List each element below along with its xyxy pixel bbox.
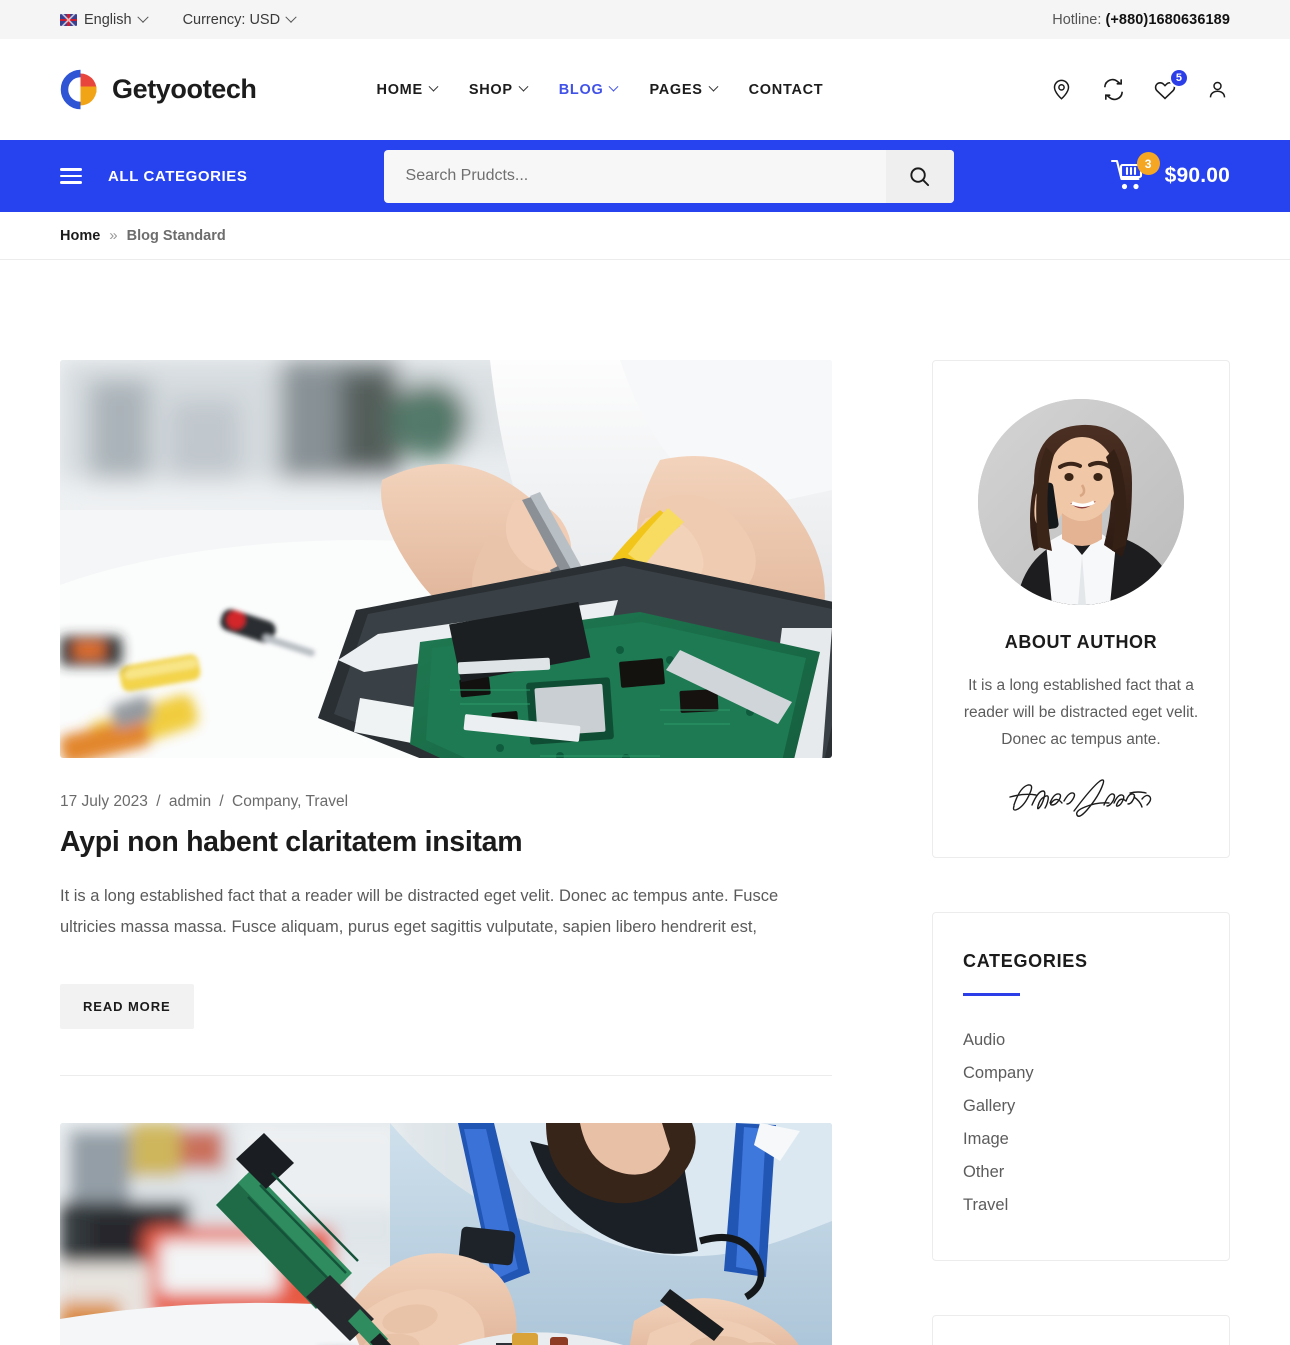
post-excerpt: It is a long established fact that a rea…: [60, 887, 779, 936]
categories-list: Audio Company Gallery Image Other Travel: [963, 1024, 1199, 1222]
search-input[interactable]: [383, 149, 886, 203]
chevron-down-icon: [708, 81, 719, 92]
post-author[interactable]: admin: [169, 793, 211, 810]
post-title[interactable]: Aypi non habent claritatem insitam: [60, 826, 832, 859]
category-item-company[interactable]: Company: [963, 1057, 1199, 1090]
search-bar: [383, 149, 954, 203]
chevron-down-icon: [428, 81, 439, 92]
main-navigation: HOME SHOP BLOG PAGES CONTACT: [377, 82, 824, 98]
category-item-other[interactable]: Other: [963, 1156, 1199, 1189]
categories-widget: CATEGORIES Audio Company Gallery Image O…: [932, 912, 1230, 1261]
location-pin-icon[interactable]: [1048, 77, 1074, 103]
meta-separator: /: [156, 793, 161, 810]
chevron-down-icon: [285, 11, 297, 23]
post-divider: [60, 1075, 832, 1076]
author-photo: [978, 399, 1184, 605]
signature-icon: [1009, 779, 1152, 817]
title-underline: [963, 993, 1020, 996]
blog-sidebar: ABOUT AUTHOR It is a long established fa…: [932, 260, 1230, 1345]
currency-label: Currency: USD: [182, 11, 281, 28]
chevron-down-icon: [608, 81, 619, 92]
cart-total-amount: $90.00: [1164, 164, 1230, 187]
language-label: English: [84, 11, 132, 28]
breadcrumb: Home » Blog Standard: [0, 212, 1290, 260]
uk-flag-icon: [60, 13, 77, 26]
category-item-gallery[interactable]: Gallery: [963, 1090, 1199, 1123]
wishlist-heart-icon[interactable]: 5: [1152, 67, 1189, 103]
laptop-repair-photo: [60, 360, 832, 758]
post-meta: 17 July 2023 / admin / Company, Travel: [60, 793, 832, 811]
author-avatar: [978, 399, 1184, 605]
category-item-image[interactable]: Image: [963, 1123, 1199, 1156]
soldering-photo: [60, 1123, 832, 1345]
currency-selector[interactable]: Currency: USD: [182, 11, 297, 28]
blog-post-list: 17 July 2023 / admin / Company, Travel A…: [60, 260, 832, 1345]
hotline-label: Hotline:: [1052, 11, 1102, 28]
nav-label: HOME: [376, 81, 423, 98]
breadcrumb-current-page: Blog Standard: [126, 227, 226, 244]
chevron-down-icon: [136, 11, 149, 23]
recent-posts-widget: RECENT POSTS: [932, 1315, 1230, 1345]
shopping-cart-icon: 3: [1110, 152, 1160, 194]
search-submit-button[interactable]: [885, 149, 954, 203]
all-categories-button[interactable]: ALL CATEGORIES: [60, 168, 248, 185]
nav-item-shop[interactable]: SHOP: [468, 81, 529, 98]
page-body: 17 July 2023 / admin / Company, Travel A…: [0, 260, 1290, 1345]
about-author-text: It is a long established fact that a rea…: [963, 677, 1199, 748]
blog-post-2: [60, 1123, 832, 1345]
chevron-down-icon: [518, 81, 529, 92]
nav-item-blog[interactable]: BLOG: [558, 81, 619, 98]
post-featured-image[interactable]: [60, 1123, 832, 1345]
post-date: 17 July 2023: [60, 793, 148, 810]
meta-separator: /: [219, 793, 224, 810]
about-author-title: ABOUT AUTHOR: [1004, 632, 1158, 652]
compare-icon[interactable]: [1100, 77, 1126, 103]
user-account-icon[interactable]: [1204, 77, 1230, 103]
author-signature: [963, 775, 1199, 819]
breadcrumb-home-link[interactable]: Home: [60, 228, 100, 244]
topbar-left-group: English Currency: USD: [60, 11, 297, 28]
category-item-audio[interactable]: Audio: [963, 1024, 1199, 1057]
read-more-button[interactable]: READ MORE: [60, 984, 194, 1029]
header-icon-group: 5: [1048, 67, 1230, 103]
nav-item-contact[interactable]: CONTACT: [749, 82, 824, 98]
categories-title: CATEGORIES: [963, 951, 1088, 971]
getyootech-logo-icon: [60, 69, 101, 110]
wishlist-count-badge: 5: [1168, 67, 1189, 88]
language-selector[interactable]: English: [60, 11, 149, 28]
all-categories-label: ALL CATEGORIES: [108, 167, 248, 185]
post-featured-image[interactable]: [60, 360, 832, 758]
about-author-widget: ABOUT AUTHOR It is a long established fa…: [932, 360, 1230, 858]
hamburger-menu-icon: [60, 168, 82, 184]
nav-item-home[interactable]: HOME: [376, 81, 439, 98]
nav-item-pages[interactable]: PAGES: [649, 81, 719, 98]
cart-count-badge: 3: [1136, 152, 1160, 175]
breadcrumb-separator-icon: »: [109, 227, 118, 244]
site-logo[interactable]: Getyootech: [60, 69, 257, 110]
cart-button[interactable]: 3 $90.00: [1110, 152, 1230, 194]
top-utility-bar: English Currency: USD Hotline: (+880)168…: [0, 0, 1290, 39]
brand-name: Getyootech: [112, 74, 257, 104]
post-categories[interactable]: Company, Travel: [232, 793, 348, 810]
category-item-travel[interactable]: Travel: [963, 1189, 1199, 1222]
nav-label: SHOP: [468, 81, 513, 98]
site-header: Getyootech HOME SHOP BLOG PAGES CONTACT: [0, 39, 1290, 140]
nav-label: CONTACT: [748, 81, 824, 98]
nav-label: BLOG: [558, 81, 604, 98]
blog-post-1: 17 July 2023 / admin / Company, Travel A…: [60, 360, 832, 1076]
category-search-bar: ALL CATEGORIES 3 $90.00: [0, 140, 1290, 212]
hotline-number[interactable]: (+880)1680636189: [1105, 12, 1230, 28]
hotline: Hotline: (+880)1680636189: [1052, 12, 1230, 28]
nav-label: PAGES: [649, 81, 703, 98]
